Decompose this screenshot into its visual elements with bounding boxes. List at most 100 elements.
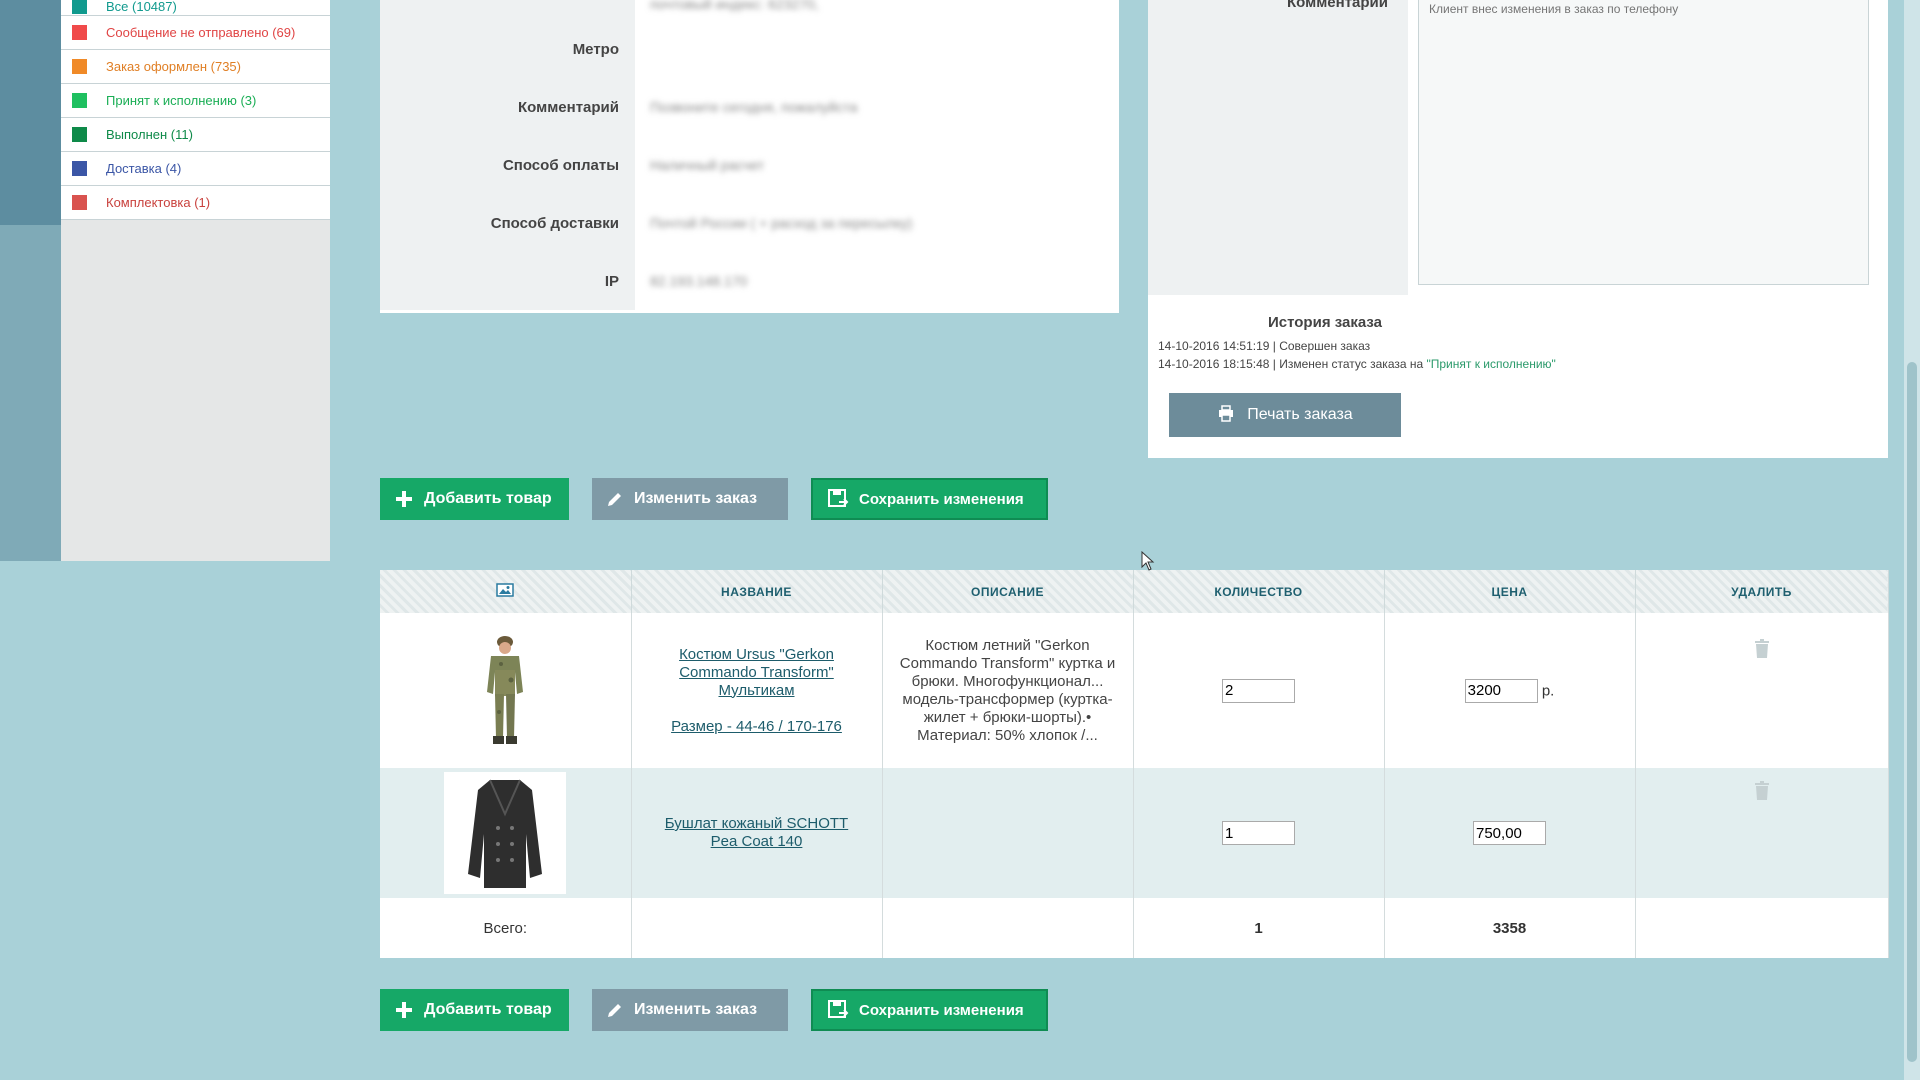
total-price: 3358 [1384,898,1636,958]
status-color-swatch [72,25,87,40]
status-color-swatch [72,161,87,176]
edit-order-button[interactable]: Изменить заказ [592,989,788,1031]
add-product-button[interactable]: Добавить товар [380,989,569,1031]
pencil-icon [606,490,624,508]
product-image-cell [380,768,632,898]
delivery-value: Почтой России ( + расход за пересылку) [650,215,913,231]
status-item-delivery[interactable]: Доставка (4) [61,152,330,186]
add-product-button[interactable]: Добавить товар [380,478,569,520]
history-title: История заказа [1268,314,1382,331]
header-quantity: Количество [1133,570,1385,613]
product-delete-cell [1635,768,1889,898]
product-image-cell [380,613,632,768]
ip-value: 82.193.148.170 [650,273,748,289]
total-empty-cell [1635,898,1889,958]
status-item-accepted[interactable]: Принят к исполнению (3) [61,84,330,118]
soldier-suit-icon [487,635,524,744]
history-entry-text: 14-10-2016 14:51:19 | Совершен заказ [1158,339,1371,353]
page-scrollbar[interactable] [1904,0,1920,1080]
product-image-coat[interactable] [444,772,567,894]
product-quantity-cell [1133,613,1385,768]
edit-order-button[interactable]: Изменить заказ [592,478,788,520]
status-color-swatch [72,59,87,74]
print-order-label: Печать заказа [1247,406,1353,423]
comment-label: Комментарий [380,78,635,136]
delivery-row: Способ доставки Почтой России ( + расход… [380,194,1119,252]
order-meta-panel: Комментарий История заказа 14-10-2016 14… [1148,0,1888,458]
comment-label-column: Комментарий [1148,0,1408,295]
currency-label: р. [1541,682,1555,699]
status-sidebar: Все (10487) Сообщение не отправлено (69)… [61,0,330,561]
save-changes-button[interactable]: Сохранить изменения [811,989,1048,1031]
print-order-button[interactable]: Печать заказа [1169,393,1401,437]
save-icon [827,488,849,510]
product-name-link[interactable]: Бушлат кожаный SCHOTT Pea Coat 140 [632,815,882,851]
total-label: Всего: [380,898,632,958]
pencil-icon [606,1001,624,1019]
order-details-panel: почтовый индекс: 623270, Метро Комментар… [380,0,1119,313]
admin-comment-label: Комментарий [1286,0,1388,11]
leather-coat-icon [468,779,543,888]
payment-row: Способ оплаты Наличный расчет [380,136,1119,194]
status-item-all[interactable]: Все (10487) [61,0,330,16]
comment-row: Комментарий Позвоните сегодня, пожалуйст… [380,78,1119,136]
product-name-cell: Костюм Ursus "Gerkon Commando Transform"… [631,613,883,768]
plus-icon [394,489,414,509]
table-row: Костюм Ursus "Gerkon Commando Transform"… [380,613,1889,768]
product-delete-cell [1635,613,1889,768]
price-input[interactable] [1464,678,1538,703]
product-description-cell: Костюм летний "Gerkon Commando Transform… [882,613,1134,768]
total-row: Всего: 1 3358 [380,898,1889,958]
product-price-cell [1384,768,1636,898]
top-action-buttons: Добавить товар Изменить заказ Сохранить … [380,478,1048,520]
product-image-suit[interactable] [444,629,567,752]
product-price-cell: р. [1384,613,1636,768]
history-status-link[interactable]: "Принят к исполнению" [1427,357,1556,371]
status-label: Выполнен (11) [106,127,193,142]
status-color-swatch [72,0,87,14]
save-changes-button[interactable]: Сохранить изменения [811,478,1048,520]
metro-label: Метро [380,20,635,78]
status-color-swatch [72,127,87,142]
table-row: Бушлат кожаный SCHOTT Pea Coat 140 [380,768,1889,898]
payment-label: Способ оплаты [380,136,635,194]
comment-value: Позвоните сегодня, пожалуйста [650,99,858,115]
header-price: Цена [1384,570,1636,613]
product-size-link[interactable]: Размер - 44-46 / 170-176 [632,718,882,736]
save-changes-label: Сохранить изменения [859,1001,1024,1019]
header-image [380,570,632,613]
scrollbar-thumb[interactable] [1907,362,1917,1062]
status-label: Комплектовка (1) [106,195,211,210]
admin-comment-textarea[interactable] [1418,0,1869,285]
status-item-ordered[interactable]: Заказ оформлен (735) [61,50,330,84]
printer-icon [1217,404,1235,427]
status-item-packing[interactable]: Комплектовка (1) [61,186,330,220]
product-name-link[interactable]: Костюм Ursus "Gerkon Commando Transform"… [632,646,882,700]
status-item-done[interactable]: Выполнен (11) [61,118,330,152]
status-list: Все (10487) Сообщение не отправлено (69)… [61,0,330,220]
price-input[interactable] [1473,821,1546,845]
trash-icon[interactable] [1754,638,1770,663]
header-delete: Удалить [1635,570,1889,613]
status-label: Принят к исполнению (3) [106,93,257,108]
save-changes-label: Сохранить изменения [859,490,1024,508]
total-quantity: 1 [1133,898,1385,958]
save-icon [827,999,849,1021]
status-label: Заказ оформлен (735) [106,59,241,74]
trash-icon[interactable] [1754,781,1770,805]
history-entry: 14-10-2016 14:51:19 | Совершен заказ [1158,339,1370,353]
product-description: Костюм летний "Gerkon Commando Transform… [899,636,1116,744]
status-color-swatch [72,195,87,210]
ip-row: IP 82.193.148.170 [380,252,1119,310]
metro-row: Метро [380,20,1119,78]
edit-order-label: Изменить заказ [634,1001,758,1018]
bottom-action-buttons: Добавить товар Изменить заказ Сохранить … [380,989,1048,1031]
table-header-row: Название Описание Количество Цена Удалит… [380,570,1889,613]
quantity-stepper[interactable] [1222,678,1295,703]
add-product-label: Добавить товар [424,1001,552,1018]
quantity-input[interactable] [1222,821,1295,845]
order-items-table: Название Описание Количество Цена Удалит… [380,570,1889,958]
plus-icon [394,1000,414,1020]
status-item-not-sent[interactable]: Сообщение не отправлено (69) [61,16,330,50]
edit-order-label: Изменить заказ [634,490,758,507]
